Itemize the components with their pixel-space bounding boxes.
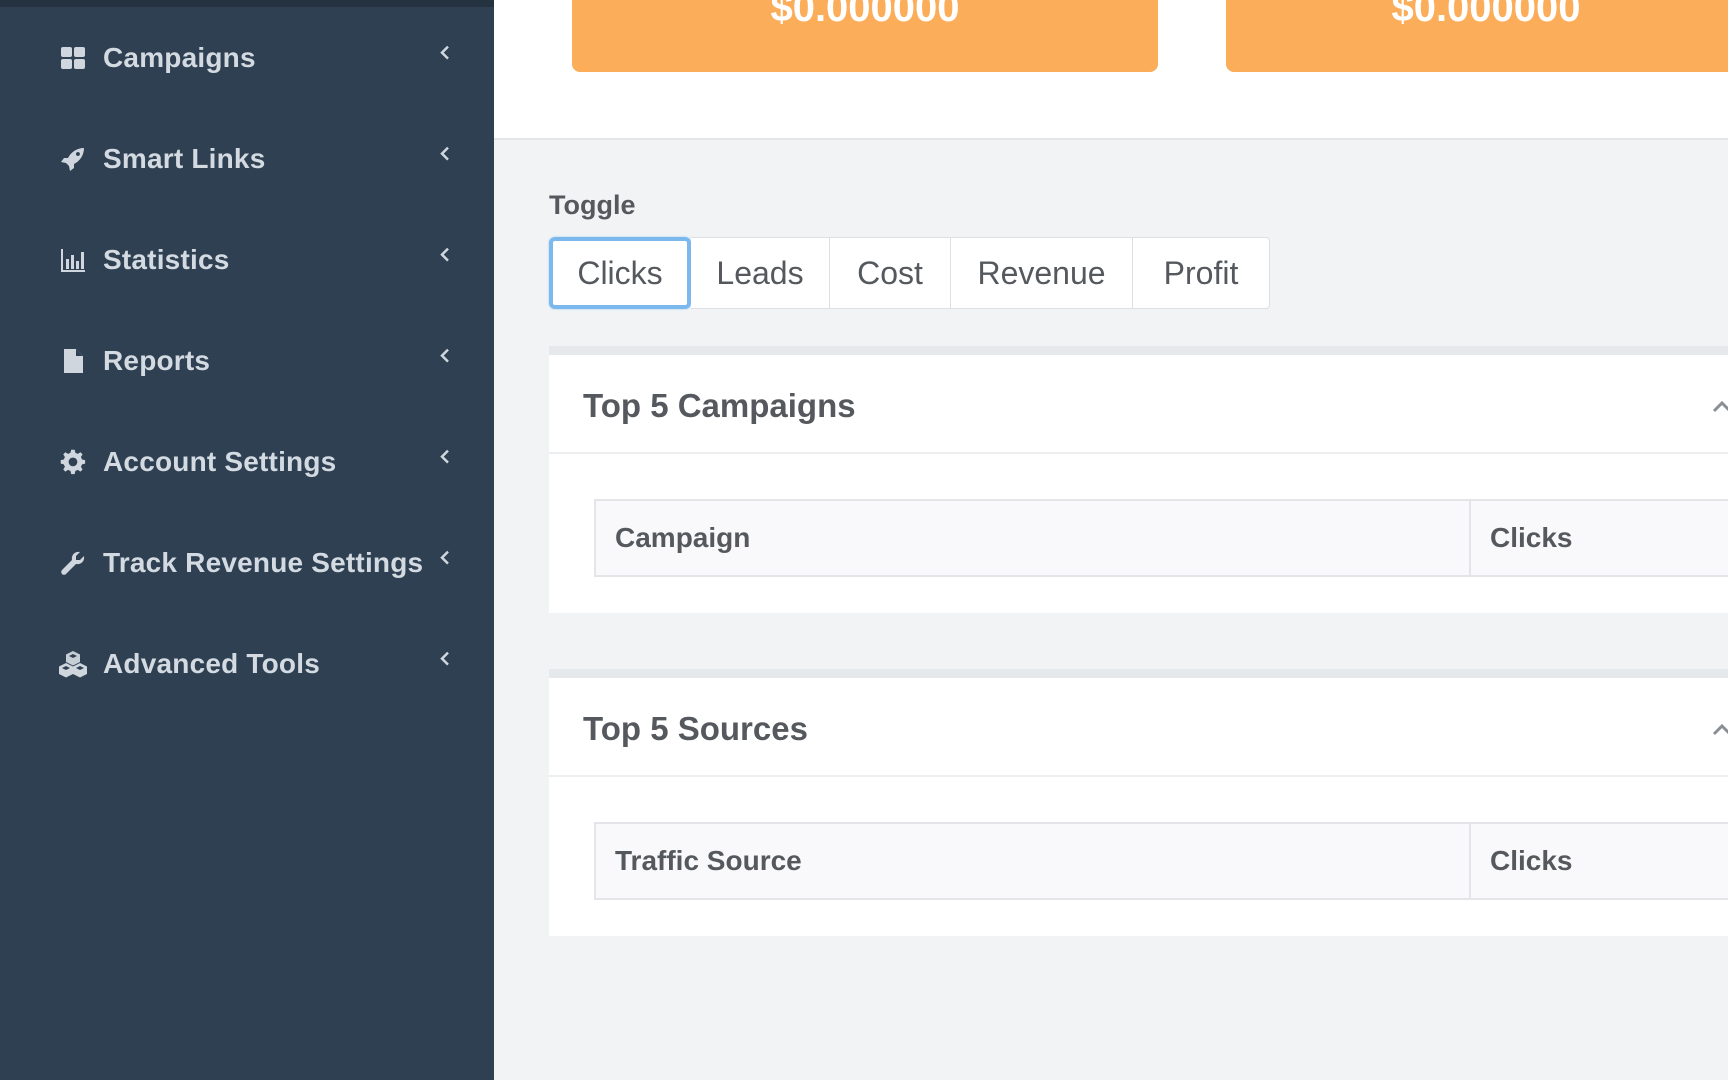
bar-chart-icon [56, 243, 90, 277]
cubes-icon [56, 647, 90, 681]
chevron-left-icon [436, 43, 454, 61]
toggle-clicks-button[interactable]: Clicks [549, 237, 691, 309]
rocket-icon [56, 142, 90, 176]
grid-icon [56, 41, 90, 75]
top-campaigns-panel: Top 5 Campaigns Campaign Clicks [549, 346, 1728, 613]
toggle-leads-button[interactable]: Leads [691, 237, 830, 309]
sidebar-item-label: Statistics [103, 243, 230, 275]
chevron-left-icon [436, 144, 454, 162]
stats-band: $0.000000 $0.000000 [494, 0, 1728, 140]
sidebar-item-label: Track Revenue Settings [103, 546, 424, 578]
chevron-left-icon [436, 346, 454, 364]
column-header-traffic-source[interactable]: Traffic Source [596, 824, 1471, 898]
panel-title: Top 5 Campaigns [583, 387, 856, 424]
sidebar-item-label: Campaigns [103, 41, 256, 73]
toggle-profit-button[interactable]: Profit [1133, 237, 1270, 309]
sidebar-item-label: Smart Links [103, 142, 266, 174]
sidebar-item-label: Account Settings [103, 445, 337, 477]
main-content: $0.000000 $0.000000 Toggle Clicks Leads … [494, 0, 1728, 1080]
panel-header: Top 5 Sources [549, 678, 1728, 777]
wrench-icon [56, 546, 90, 580]
sidebar: Campaigns Smart Links Statistics Reports [0, 0, 494, 1080]
chevron-left-icon [436, 447, 454, 465]
toggle-group: Clicks Leads Cost Revenue Profit [549, 237, 1270, 309]
chevron-up-icon[interactable] [1710, 397, 1728, 417]
campaigns-table-header: Campaign Clicks [594, 499, 1728, 577]
sidebar-item-track-revenue-settings[interactable]: Track Revenue Settings [0, 512, 494, 613]
top-sources-panel: Top 5 Sources Traffic Source Clicks [549, 669, 1728, 936]
panel-header: Top 5 Campaigns [549, 355, 1728, 454]
chevron-left-icon [436, 649, 454, 667]
sidebar-item-advanced-tools[interactable]: Advanced Tools [0, 613, 494, 714]
panel-title: Top 5 Sources [583, 710, 808, 747]
chevron-left-icon [436, 245, 454, 263]
toggle-revenue-button[interactable]: Revenue [951, 237, 1133, 309]
stat-card: $0.000000 [1226, 0, 1728, 72]
sources-table-header: Traffic Source Clicks [594, 822, 1728, 900]
chevron-up-icon[interactable] [1710, 720, 1728, 740]
toggle-cost-button[interactable]: Cost [830, 237, 951, 309]
stat-value: $0.000000 [1391, 0, 1581, 30]
sidebar-item-smart-links[interactable]: Smart Links [0, 108, 494, 209]
document-icon [56, 344, 90, 378]
stat-value: $0.000000 [770, 0, 960, 30]
sidebar-top-strip [0, 0, 494, 7]
sidebar-item-label: Advanced Tools [103, 647, 320, 679]
column-header-clicks[interactable]: Clicks [1471, 501, 1728, 575]
sidebar-item-campaigns[interactable]: Campaigns [0, 7, 494, 108]
sidebar-item-statistics[interactable]: Statistics [0, 209, 494, 310]
chevron-left-icon [436, 548, 454, 566]
sidebar-item-account-settings[interactable]: Account Settings [0, 411, 494, 512]
stat-card: $0.000000 [572, 0, 1158, 72]
toggle-label: Toggle [549, 190, 636, 220]
sidebar-item-reports[interactable]: Reports [0, 310, 494, 411]
sidebar-item-label: Reports [103, 344, 211, 376]
column-header-campaign[interactable]: Campaign [596, 501, 1471, 575]
gear-icon [56, 445, 90, 479]
column-header-clicks[interactable]: Clicks [1471, 824, 1728, 898]
